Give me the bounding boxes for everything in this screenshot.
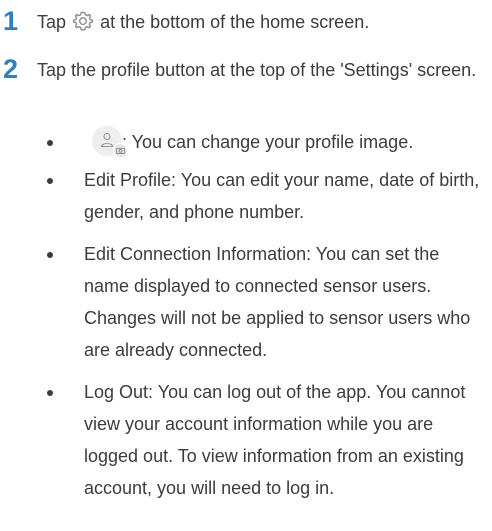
step-text-before: Tap <box>37 12 67 32</box>
instruction-page: 1 Tap at the bottom of the home screen. … <box>0 0 492 531</box>
step-text-after: at the bottom of the home screen. <box>100 12 370 32</box>
step-text: Tap at the bottom of the home screen. <box>37 6 487 38</box>
list-item: Edit Profile: You can edit your name, da… <box>37 164 487 228</box>
bullet-text: Edit Profile: You can edit your name, da… <box>84 170 480 222</box>
bullet-text: : You can change your profile image. <box>122 132 414 152</box>
camera-icon <box>113 143 128 158</box>
step-1: 1 Tap at the bottom of the home screen. <box>0 6 492 40</box>
step-number: 1 <box>3 6 19 36</box>
step-2: 2 Tap the profile button at the top of t… <box>0 54 492 524</box>
step-text: Tap the profile button at the top of the… <box>37 60 477 80</box>
gear-icon <box>72 10 94 32</box>
list-item: Log Out: You can log out of the app. You… <box>37 376 487 504</box>
profile-image-icon <box>92 126 128 158</box>
list-item: Edit Connection Information: You can set… <box>37 238 487 366</box>
step-number: 2 <box>3 54 19 84</box>
bullet-text: Log Out: You can log out of the app. You… <box>84 382 466 498</box>
bullet-text: Edit Connection Information: You can set… <box>84 244 471 360</box>
step-2-bullets: : You can change your profile image. Edi… <box>37 126 487 504</box>
list-item: : You can change your profile image. <box>37 126 487 158</box>
